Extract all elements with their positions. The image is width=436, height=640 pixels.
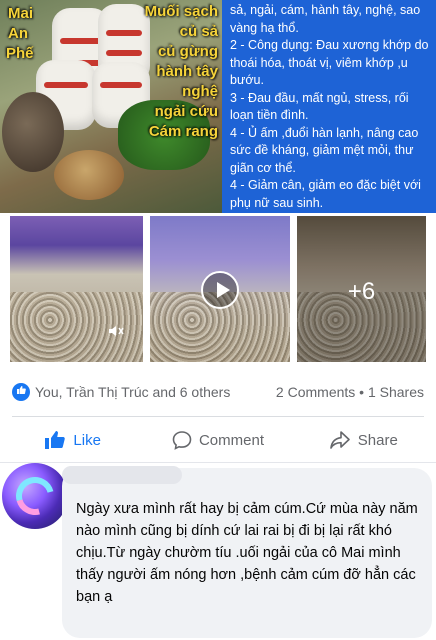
like-button[interactable]: Like: [0, 422, 145, 458]
mute-icon[interactable]: [107, 322, 125, 340]
comment-share-counts[interactable]: 2 Comments • 1 Shares: [276, 384, 424, 400]
like-label: Like: [73, 431, 101, 449]
label-muoi-sach: Muối sạch: [144, 3, 218, 20]
comment-label: Comment: [198, 431, 264, 449]
label-cu-sa: củ sả: [179, 23, 218, 40]
divider: [0, 462, 436, 463]
comment-text: Ngày xưa mình rất hay bị cảm cúm.Cứ mùa …: [76, 501, 418, 605]
gallery-thumb-3[interactable]: +6: [297, 216, 426, 362]
commenter-name-placeholder[interactable]: [62, 466, 182, 484]
product-photo[interactable]: Mai An Phế Muối sạch củ sả củ gừng hành …: [0, 0, 222, 213]
facebook-post: Mai An Phế Muối sạch củ sả củ gừng hành …: [0, 0, 436, 640]
comment-button[interactable]: Comment: [145, 422, 290, 458]
info-panel: sả, ngải, cám, hành tây, nghệ, sao vàng …: [222, 0, 436, 213]
bowl: [2, 92, 64, 172]
label-cam-rang: Cám rang: [148, 123, 218, 140]
reaction-summary[interactable]: You, Trần Thị Trúc and 6 others: [35, 384, 230, 400]
gallery-thumb-1[interactable]: [10, 216, 143, 362]
media-gallery: +6: [0, 216, 436, 362]
label-mai: Mai: [8, 5, 34, 22]
play-icon[interactable]: [201, 271, 239, 309]
divider: [12, 416, 424, 417]
share-label: Share: [357, 431, 398, 449]
share-icon: [329, 430, 351, 450]
reactions-bar: You, Trần Thị Trúc and 6 others 2 Commen…: [0, 376, 436, 408]
avatar-graphic: [9, 470, 61, 522]
label-an: An: [8, 25, 28, 42]
commenter-avatar[interactable]: [2, 463, 68, 529]
label-hanh-tay: hành tây: [156, 63, 218, 80]
post-image[interactable]: Mai An Phế Muối sạch củ sả củ gừng hành …: [0, 0, 436, 213]
label-cu-gung: củ gừng: [157, 43, 218, 60]
comment-icon: [172, 430, 192, 450]
label-nghe: nghệ: [182, 83, 218, 100]
info-text: sả, ngải, cám, hành tây, nghệ, sao vàng …: [230, 3, 429, 210]
gallery-thumb-2[interactable]: [150, 216, 290, 362]
ginger-bowl: [54, 150, 124, 200]
post-actions: Like Comment Share: [0, 422, 436, 458]
label-ngai-cuu: ngải cứu: [154, 103, 218, 120]
like-badge-icon[interactable]: [12, 383, 30, 401]
share-button[interactable]: Share: [291, 422, 436, 458]
thumbs-up-icon: [44, 430, 66, 450]
more-photos-count[interactable]: +6: [297, 278, 426, 306]
label-phe: Phế: [6, 45, 34, 62]
comment-bubble[interactable]: Ngày xưa mình rất hay bị cảm cúm.Cứ mùa …: [62, 468, 432, 638]
